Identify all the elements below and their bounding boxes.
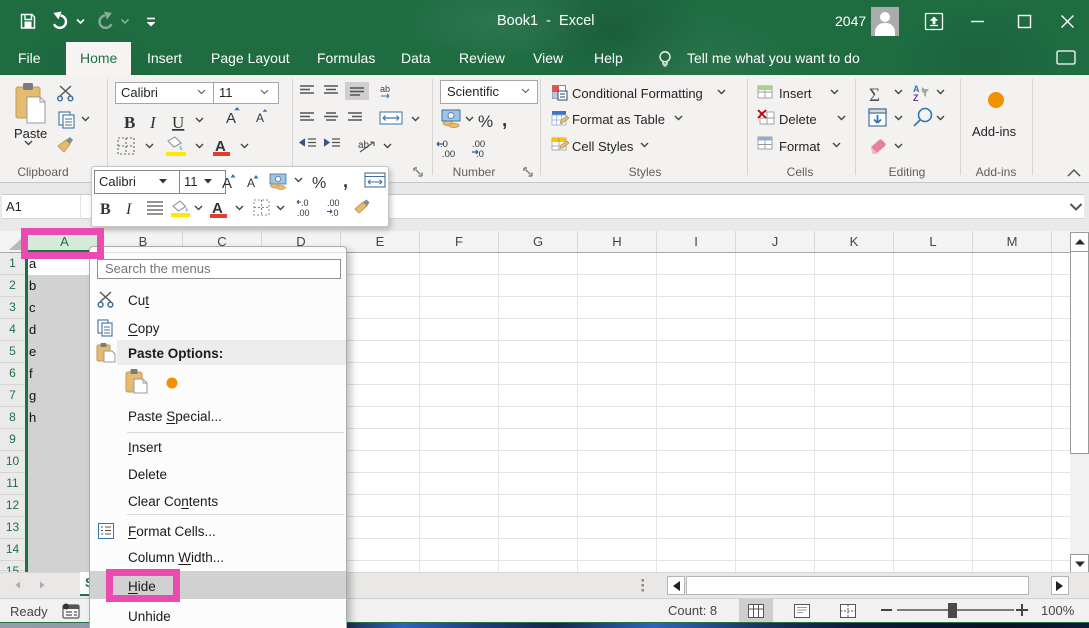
svg-text:,: ,	[502, 110, 507, 131]
svg-text:A: A	[226, 110, 236, 127]
svg-text:ab: ab	[380, 84, 390, 94]
svg-text:%: %	[312, 175, 326, 192]
svg-text:.00: .00	[327, 198, 340, 208]
svg-text:A: A	[256, 111, 264, 125]
svg-text:U: U	[172, 113, 184, 132]
svg-text:.0: .0	[331, 208, 339, 218]
svg-text:.00: .00	[297, 208, 310, 218]
svg-text:I: I	[149, 113, 157, 132]
svg-text:A: A	[222, 175, 232, 192]
svg-text:.0: .0	[301, 198, 309, 208]
svg-text:,: ,	[343, 171, 348, 191]
svg-text:%: %	[478, 112, 493, 131]
svg-text:Σ: Σ	[869, 85, 880, 106]
svg-text:B: B	[124, 113, 135, 132]
svg-text:B: B	[100, 201, 111, 218]
svg-text:I: I	[125, 201, 132, 218]
svg-text:.00: .00	[442, 149, 455, 160]
svg-text:Z: Z	[913, 93, 919, 103]
